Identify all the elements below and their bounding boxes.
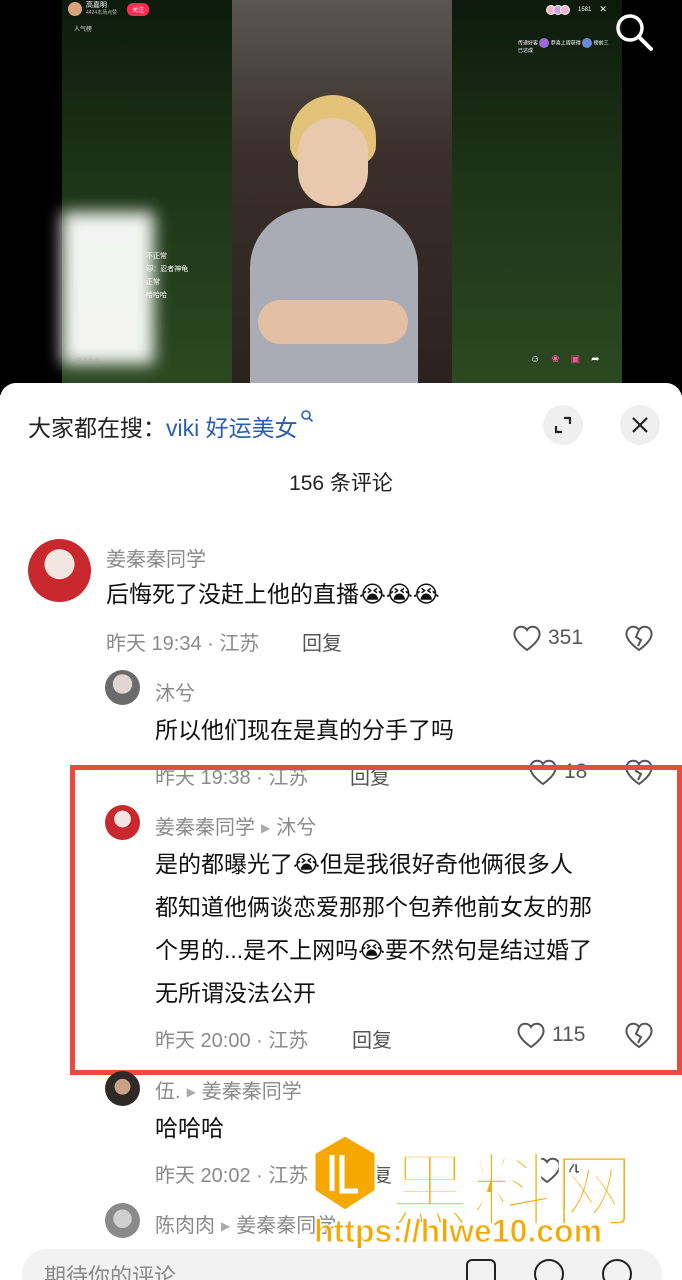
username[interactable]: 伍. — [155, 1081, 181, 1103]
comment-text-line: 都知道他俩谈恋爱那那个包养他前女友的那 — [155, 894, 592, 920]
live-video[interactable]: 高嘉明 4424本场点赞 关注 人气榜 1581 ✕ 传递好客 恭喜上周获得 榜… — [0, 0, 682, 395]
chat-line: 哈哈哈 — [146, 292, 167, 299]
comment-input[interactable]: 期待你的评论 — [44, 1259, 176, 1280]
hot-search-bar[interactable]: 大家都在搜：viki 好运美女 — [28, 409, 314, 443]
watermark: 黑料网 https://hlwe10.com — [310, 1133, 682, 1263]
viewer-avatar — [560, 4, 570, 15]
badge-icon — [582, 38, 593, 48]
image-icon[interactable] — [466, 1259, 496, 1280]
mention-icon[interactable] — [534, 1259, 564, 1280]
viewer-count: 1581 — [578, 6, 592, 13]
search-icon — [300, 410, 313, 423]
dislike-icon[interactable] — [624, 1021, 654, 1049]
expand-button[interactable] — [543, 405, 583, 445]
comment-text: 是的都曝光了😭但是我很好奇他俩很多人 都知道他俩谈恋爱那那个包养他前女友的那 个… — [155, 843, 592, 1015]
streamer-frame — [232, 0, 452, 385]
avatar[interactable] — [105, 1071, 140, 1106]
comment-username[interactable]: 姜秦秦同学 ▶ 沐兮 — [155, 811, 316, 840]
streamer-avatar[interactable] — [68, 2, 82, 16]
reply-button[interactable]: 回复 — [302, 627, 342, 656]
live-chat: 不正常 🐱：忍者神龟 正常 哈哈哈 — [146, 250, 188, 302]
streamer-stats: 4424本场点赞 — [86, 10, 118, 16]
follow-button[interactable]: 关注 — [127, 2, 150, 16]
heart-icon — [513, 625, 541, 652]
live-actions: ☺ ❀ ▣ ➦ — [530, 354, 599, 365]
reply-button[interactable]: 回复 — [352, 1024, 392, 1053]
reply-target[interactable]: 姜秦秦同学 — [202, 1081, 302, 1103]
avatar[interactable] — [28, 539, 91, 602]
chat-line: 不正常 — [146, 253, 167, 260]
reply-arrow-icon: ▶ — [186, 1085, 196, 1099]
comment-input-bar[interactable]: 期待你的评论 — [22, 1249, 662, 1280]
comment-time: 昨天 19:34 · 江苏 — [106, 633, 260, 655]
comment-username[interactable]: 伍. ▶ 姜秦秦同学 — [155, 1075, 302, 1104]
panel-text-2: 已达成 — [518, 48, 534, 54]
comment-count: 156 条评论 — [289, 472, 393, 495]
comment-text-line: 是的都曝光了😭但是我很好奇他俩很多人 — [155, 851, 573, 877]
reply-arrow-icon: ▶ — [261, 821, 271, 835]
panel-text-1: 传递好客 — [518, 40, 539, 47]
watermark-url: https://hlwe10.com — [313, 1213, 603, 1250]
share-icon[interactable]: ➦ — [591, 354, 599, 365]
hot-search-keyword[interactable]: viki 好运美女 — [166, 415, 298, 441]
panel-text-4: 榜前三 — [593, 40, 609, 47]
comment-time: 昨天 20:00 · 江苏 — [155, 1030, 309, 1052]
live-chat-input[interactable]: 说点什么... — [76, 356, 105, 365]
close-button[interactable] — [620, 405, 660, 445]
expand-icon — [554, 416, 572, 434]
watermark-logo-icon — [312, 1133, 378, 1213]
streamer-info[interactable]: 高嘉明 4424本场点赞 关注 — [68, 2, 150, 16]
live-close-icon[interactable]: ✕ — [599, 4, 607, 15]
viewer-list[interactable]: 1581 ✕ — [546, 4, 607, 15]
search-icon[interactable] — [612, 10, 656, 54]
avatar[interactable] — [105, 805, 140, 840]
close-icon — [632, 417, 648, 433]
avatar[interactable] — [105, 670, 140, 705]
comment-sheet: 大家都在搜：viki 好运美女 156 条评论 姜秦秦同学 后悔死了没赶上他的直… — [0, 383, 682, 1280]
streamer-name: 高嘉明 — [86, 2, 107, 9]
streamer-body — [250, 208, 418, 385]
reply-arrow-icon: ▶ — [221, 1219, 231, 1233]
blurred-chat — [62, 212, 154, 364]
username[interactable]: 陈肉肉 — [155, 1215, 215, 1237]
panel-text-3: 恭喜上周获得 — [550, 40, 581, 47]
chat-line: 正常 — [146, 279, 160, 286]
avatar[interactable] — [105, 1203, 140, 1238]
like-count: 351 — [548, 626, 584, 649]
like-count: 115 — [552, 1023, 586, 1046]
hot-search-prefix: 大家都在搜： — [28, 415, 166, 441]
dislike-icon[interactable] — [624, 624, 654, 652]
comment-username[interactable]: 姜秦秦同学 — [106, 543, 206, 572]
gift-icon[interactable]: ❀ — [551, 354, 559, 365]
gift-icon — [539, 38, 550, 48]
username[interactable]: 姜秦秦同学 — [155, 817, 255, 839]
emoji-icon[interactable] — [602, 1259, 632, 1280]
streamer-arms — [258, 300, 408, 344]
comment-text: 所以他们现在是真的分手了吗 — [155, 717, 454, 743]
gift-box-icon[interactable]: ▣ — [571, 354, 580, 365]
comment-username[interactable]: 沐兮 — [155, 677, 195, 706]
comment-text-line: 个男的...是不上网吗😭要不然句是结过婚了 — [155, 937, 593, 963]
like-button[interactable]: 351 — [512, 624, 583, 652]
comment-text-line: 无所谓没法公开 — [155, 980, 316, 1006]
live-event-panel[interactable]: 传递好客 恭喜上周获得 榜前三 已达成 — [518, 38, 609, 55]
comment-text: 后悔死了没赶上他的直播😭😭😭 — [106, 581, 440, 607]
comment-time: 昨天 20:02 · 江苏 — [155, 1165, 309, 1187]
emoji-icon[interactable]: ☺ — [530, 354, 540, 365]
comment-text: 哈哈哈 — [155, 1115, 224, 1141]
popular-rank[interactable]: 人气榜 — [74, 24, 92, 33]
chat-line: 🐱：忍者神龟 — [146, 266, 189, 273]
heart-icon — [517, 1022, 545, 1049]
streamer-face — [298, 118, 368, 206]
reply-target[interactable]: 沐兮 — [276, 817, 316, 839]
like-button[interactable]: 115 — [516, 1021, 585, 1049]
